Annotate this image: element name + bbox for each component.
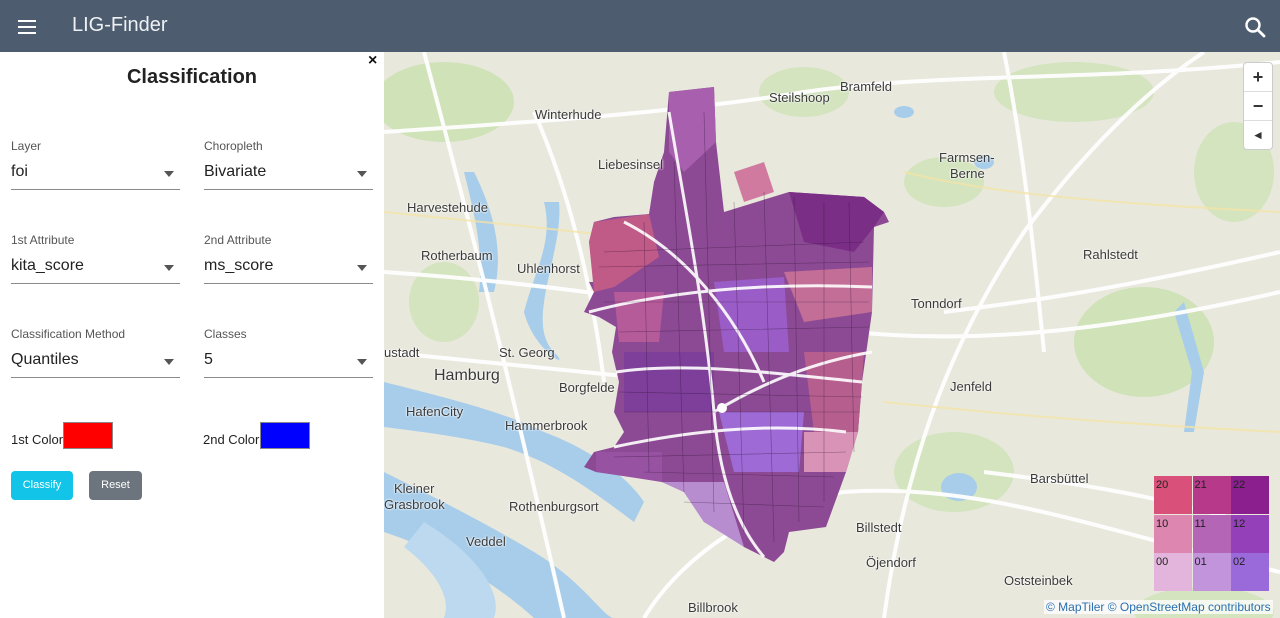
legend-cell: 01	[1192, 553, 1231, 591]
zoom-control: + − ◄	[1243, 62, 1273, 150]
choropleth-value: Bivariate	[204, 163, 267, 180]
hamburger-menu-icon[interactable]	[12, 14, 44, 40]
classification-method-select[interactable]: Classification Method Quantiles	[11, 327, 180, 378]
classification-method-label: Classification Method	[11, 327, 126, 341]
place-label: Veddel	[466, 534, 506, 549]
app-header: LIG-Finder	[0, 0, 1280, 52]
second-color-label: 2nd Color	[203, 432, 260, 447]
classification-method-value: Quantiles	[11, 351, 79, 368]
zoom-in-button[interactable]: +	[1244, 63, 1272, 92]
place-label: Rotherbaum	[421, 248, 493, 263]
place-label: Oststeinbek	[1004, 573, 1073, 588]
chevron-down-icon	[357, 265, 367, 271]
zoom-out-button[interactable]: −	[1244, 92, 1272, 121]
legend-cell: 20	[1154, 476, 1192, 514]
panel-title: Classification	[126, 66, 258, 88]
legend-cell-code: 01	[1194, 556, 1207, 568]
place-label: Hammerbrook	[505, 418, 588, 433]
choropleth-select[interactable]: Choropleth Bivariate	[204, 139, 373, 190]
map-attribution: © MapTiler © OpenStreetMap contributors	[1044, 600, 1273, 614]
first-color-picker[interactable]	[63, 422, 113, 449]
place-label: Uhlenhorst	[517, 261, 580, 276]
map-view[interactable]: Steilshoop Bramfeld Winterhude Liebesins…	[384, 52, 1280, 618]
legend-cell-code: 11	[1194, 517, 1206, 530]
app-title: LIG-Finder	[72, 14, 168, 36]
place-label: Rahlstedt	[1083, 247, 1138, 262]
choropleth-label: Choropleth	[204, 139, 263, 153]
legend-cell-code: 02	[1233, 556, 1246, 568]
legend-cell: 00	[1154, 553, 1192, 591]
legend-cell: 12	[1231, 514, 1269, 553]
place-label: Tonndorf	[911, 296, 962, 311]
chevron-down-icon	[357, 359, 367, 365]
place-label: Barsbüttel	[1030, 471, 1089, 486]
place-label: Steilshoop	[769, 90, 830, 105]
place-label: Harvestehude	[407, 200, 488, 215]
layer-label: Layer	[11, 139, 42, 153]
legend-cell: 10	[1154, 514, 1192, 553]
place-label: Berne	[950, 166, 985, 181]
first-attribute-value: kita_score	[11, 257, 84, 274]
first-attribute-label: 1st Attribute	[11, 233, 75, 247]
first-color-label: 1st Color	[11, 432, 64, 447]
legend-cell: 22	[1231, 476, 1269, 514]
place-label: Liebesinsel	[598, 157, 664, 172]
first-attribute-select[interactable]: 1st Attribute kita_score	[11, 233, 180, 284]
legend-cell-code: 20	[1156, 479, 1169, 491]
chevron-down-icon	[164, 359, 174, 365]
maptiler-link[interactable]: © MapTiler	[1046, 600, 1104, 614]
chevron-down-icon	[164, 265, 174, 271]
classes-label: Classes	[204, 327, 247, 341]
place-label: Kleiner	[394, 481, 435, 496]
reset-button[interactable]: Reset	[89, 471, 142, 500]
chevron-down-icon	[164, 171, 174, 177]
map-basemap	[384, 52, 1280, 618]
legend-cell: 21	[1192, 476, 1231, 514]
legend-cell-code: 10	[1156, 517, 1169, 530]
legend-cell-code: 21	[1194, 479, 1207, 491]
compass-icon[interactable]: ◄	[1244, 121, 1272, 149]
second-attribute-label: 2nd Attribute	[204, 233, 272, 247]
place-label: Jenfeld	[950, 379, 992, 394]
search-icon[interactable]	[1240, 12, 1270, 42]
legend-cell-code: 12	[1233, 517, 1246, 530]
bivariate-legend: 20 21 22 10 11 12 00 01 02	[1154, 476, 1270, 592]
layer-value: foi	[11, 163, 28, 180]
place-label: Borgfelde	[559, 380, 615, 395]
legend-cell-code: 00	[1156, 556, 1169, 568]
place-label: Rothenburgsort	[509, 499, 599, 514]
place-label: Billstedt	[856, 520, 902, 535]
second-attribute-value: ms_score	[204, 257, 274, 274]
place-label: Bramfeld	[840, 79, 893, 94]
classes-select[interactable]: Classes 5	[204, 327, 373, 378]
classification-panel: × Classification Layer foi Choropleth Bi…	[0, 52, 384, 618]
place-label: Billbrook	[688, 600, 738, 615]
legend-cell-code: 22	[1233, 479, 1246, 491]
second-attribute-select[interactable]: 2nd Attribute ms_score	[204, 233, 373, 284]
place-label: St. Georg	[499, 345, 555, 360]
classify-button[interactable]: Classify	[11, 471, 73, 500]
legend-cell: 11	[1192, 514, 1231, 553]
place-label: Winterhude	[535, 107, 602, 122]
place-label: HafenCity	[406, 404, 464, 419]
legend-cell: 02	[1231, 553, 1269, 591]
place-label: Grasbrook	[384, 497, 445, 512]
second-color-picker[interactable]	[260, 422, 310, 449]
place-label: Öjendorf	[866, 555, 916, 570]
place-label: Farmsen-	[939, 150, 995, 165]
layer-select[interactable]: Layer foi	[11, 139, 180, 190]
place-label: ustadt	[384, 345, 420, 360]
osm-link[interactable]: © OpenStreetMap contributors	[1108, 600, 1271, 614]
chevron-down-icon	[357, 171, 367, 177]
place-label: Hamburg	[434, 367, 500, 384]
classes-value: 5	[204, 351, 213, 368]
